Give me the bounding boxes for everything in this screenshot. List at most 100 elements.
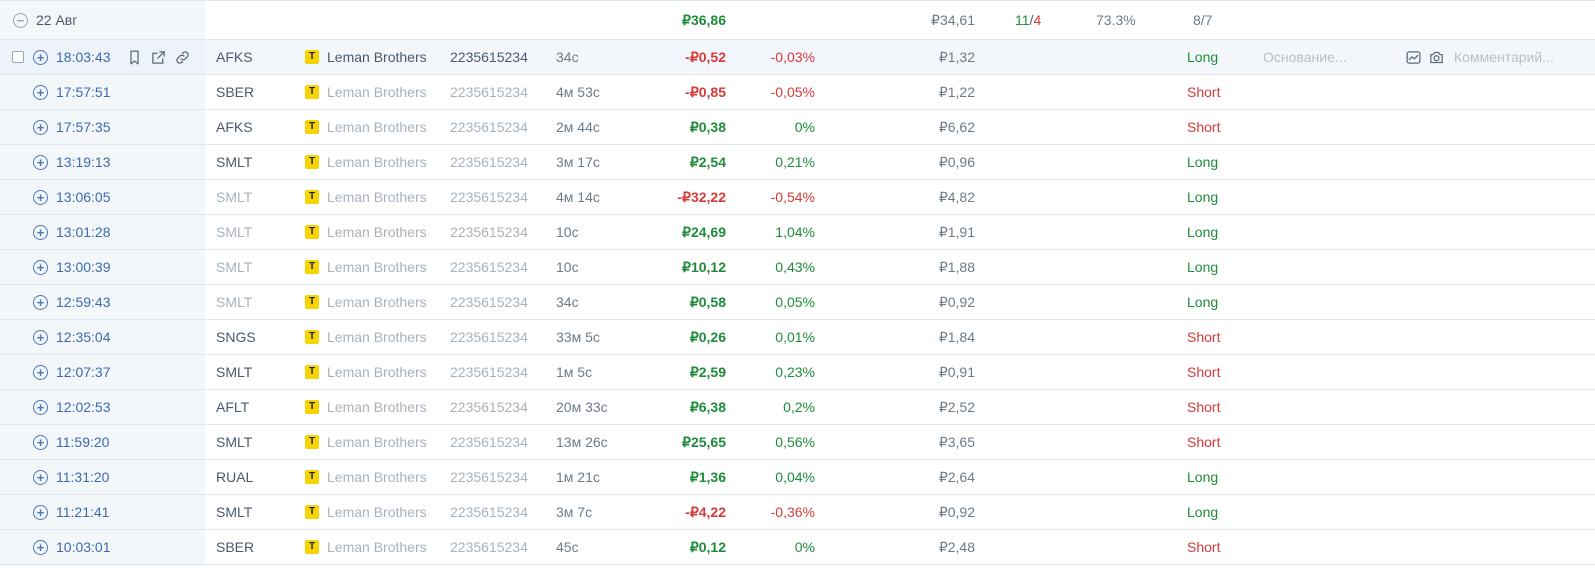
expand-plus-icon[interactable]: + [33, 119, 48, 135]
group-winrate: 73.3% [1096, 12, 1136, 28]
trade-ticker[interactable]: AFKS [216, 119, 253, 135]
trade-broker: Leman Brothers [327, 189, 427, 205]
trade-fee: ₽1,91 [938, 223, 975, 240]
image-chart-icon[interactable] [1405, 49, 1422, 66]
trade-row[interactable]: + 10:03:01 SBER T Leman Brothers 2235615… [0, 530, 1595, 565]
trade-pnl-percent: 0,43% [775, 259, 815, 275]
trade-broker: Leman Brothers [327, 154, 427, 170]
trade-pnl: ₽2,59 [689, 363, 726, 380]
trade-ticker[interactable]: SMLT [216, 189, 252, 205]
trade-pnl: ₽0,12 [689, 538, 726, 555]
trade-duration: 1м 21с [556, 469, 600, 485]
expand-plus-icon[interactable]: + [33, 504, 48, 520]
expand-plus-icon[interactable]: + [33, 294, 48, 310]
trade-time: 17:57:51 [56, 84, 111, 100]
trade-ticker[interactable]: SMLT [216, 259, 252, 275]
trade-row[interactable]: + 13:19:13 SMLT T Leman Brothers 2235615… [0, 145, 1595, 180]
media-actions [1405, 49, 1445, 66]
trade-row[interactable]: + 11:21:41 SMLT T Leman Brothers 2235615… [0, 495, 1595, 530]
trade-ticker[interactable]: SMLT [216, 504, 252, 520]
trade-ticker[interactable]: SNGS [216, 329, 256, 345]
trade-time: 11:31:20 [56, 469, 110, 485]
trade-ticker[interactable]: AFKS [216, 49, 253, 65]
trade-pnl-percent: -0,36% [770, 504, 815, 520]
expand-plus-icon[interactable]: + [33, 224, 48, 240]
reason-input[interactable]: Основание... [1263, 49, 1346, 65]
trade-row[interactable]: + 13:00:39 SMLT T Leman Brothers 2235615… [0, 250, 1595, 285]
trade-ticker[interactable]: RUAL [216, 469, 253, 485]
trade-row[interactable]: + 13:06:05 SMLT T Leman Brothers 2235615… [0, 180, 1595, 215]
trade-side: Short [1187, 119, 1221, 135]
expand-plus-icon[interactable]: + [33, 84, 48, 100]
trade-pnl: ₽6,38 [689, 398, 726, 415]
expand-plus-icon[interactable]: + [33, 259, 48, 275]
expand-plus-icon[interactable]: + [33, 434, 48, 450]
trade-fee: ₽4,82 [938, 188, 975, 205]
trade-duration: 3м 17с [556, 154, 600, 170]
expand-plus-icon[interactable]: + [33, 189, 48, 205]
trade-ticker[interactable]: SBER [216, 539, 254, 555]
trade-account: 2235615234 [450, 364, 528, 380]
trade-account: 2235615234 [450, 539, 528, 555]
trade-duration: 13м 26с [556, 434, 608, 450]
expand-plus-icon[interactable]: + [33, 329, 48, 345]
expand-plus-icon[interactable]: + [33, 539, 48, 555]
row-checkbox[interactable] [12, 51, 24, 63]
trade-ticker[interactable]: SBER [216, 84, 254, 100]
trade-fee: ₽2,52 [938, 398, 975, 415]
broker-logo-icon: T [305, 190, 319, 204]
expand-plus-icon[interactable]: + [33, 469, 48, 485]
trade-ticker[interactable]: SMLT [216, 434, 252, 450]
trade-ticker[interactable]: SMLT [216, 224, 252, 240]
trade-row[interactable]: + 11:59:20 SMLT T Leman Brothers 2235615… [0, 425, 1595, 460]
trade-pnl-percent: 0% [794, 119, 815, 135]
expand-plus-icon[interactable]: + [33, 364, 48, 380]
link-icon[interactable] [174, 49, 191, 66]
trade-ticker[interactable]: SMLT [216, 294, 252, 310]
trade-fee: ₽2,48 [938, 538, 975, 555]
broker-logo-icon: T [305, 225, 319, 239]
trade-account: 2235615234 [450, 434, 528, 450]
broker-logo-icon: T [305, 400, 319, 414]
trade-row[interactable]: + 12:59:43 SMLT T Leman Brothers 2235615… [0, 285, 1595, 320]
day-group-row[interactable]: − 22 Авг ₽36,86 ₽34,61 11/4 73.3% 8/7 [0, 0, 1595, 40]
trade-broker: Leman Brothers [327, 399, 427, 415]
trade-ticker[interactable]: SMLT [216, 364, 252, 380]
trade-row[interactable]: + 12:02:53 AFLT T Leman Brothers 2235615… [0, 390, 1595, 425]
trade-pnl-percent: -0,05% [770, 84, 815, 100]
trade-row[interactable]: + 17:57:51 SBER T Leman Brothers 2235615… [0, 75, 1595, 110]
trade-broker: Leman Brothers [327, 84, 427, 100]
external-link-icon[interactable] [150, 49, 167, 66]
trade-time: 12:35:04 [56, 329, 111, 345]
trade-row[interactable]: + 13:01:28 SMLT T Leman Brothers 2235615… [0, 215, 1595, 250]
trade-fee: ₽1,84 [938, 328, 975, 345]
trade-broker: Leman Brothers [327, 294, 427, 310]
trade-row[interactable]: + 17:57:35 AFKS T Leman Brothers 2235615… [0, 110, 1595, 145]
trade-time: 17:57:35 [56, 119, 111, 135]
trade-ticker[interactable]: AFLT [216, 399, 249, 415]
expand-plus-icon[interactable]: + [33, 154, 48, 170]
trade-account: 2235615234 [450, 259, 528, 275]
broker-logo-icon: T [305, 50, 319, 64]
trade-row[interactable]: + 11:31:20 RUAL T Leman Brothers 2235615… [0, 460, 1595, 495]
group-fee: ₽34,61 [931, 11, 975, 28]
expand-plus-icon[interactable]: + [33, 49, 48, 65]
trade-time: 12:07:37 [56, 364, 111, 380]
broker-logo-icon: T [305, 330, 319, 344]
expand-plus-icon[interactable]: + [33, 399, 48, 415]
trade-fee: ₽1,88 [938, 258, 975, 275]
camera-icon[interactable] [1428, 49, 1445, 66]
collapse-icon[interactable]: − [13, 12, 28, 28]
trade-side: Short [1187, 434, 1221, 450]
trade-side: Short [1187, 84, 1221, 100]
comment-input[interactable]: Комментарий... [1454, 49, 1554, 65]
trade-pnl: -₽0,52 [685, 48, 726, 65]
trade-time: 13:00:39 [56, 259, 111, 275]
trade-row[interactable]: + 12:07:37 SMLT T Leman Brothers 2235615… [0, 355, 1595, 390]
trade-row[interactable]: + 12:35:04 SNGS T Leman Brothers 2235615… [0, 320, 1595, 355]
trade-row[interactable]: + 18:03:43 AFKS T Leman Brothers 2235615… [0, 40, 1595, 75]
trade-pnl-percent: 0,21% [775, 154, 815, 170]
bookmark-icon[interactable] [126, 49, 143, 66]
group-long-short: 8/7 [1193, 12, 1213, 28]
trade-ticker[interactable]: SMLT [216, 154, 252, 170]
